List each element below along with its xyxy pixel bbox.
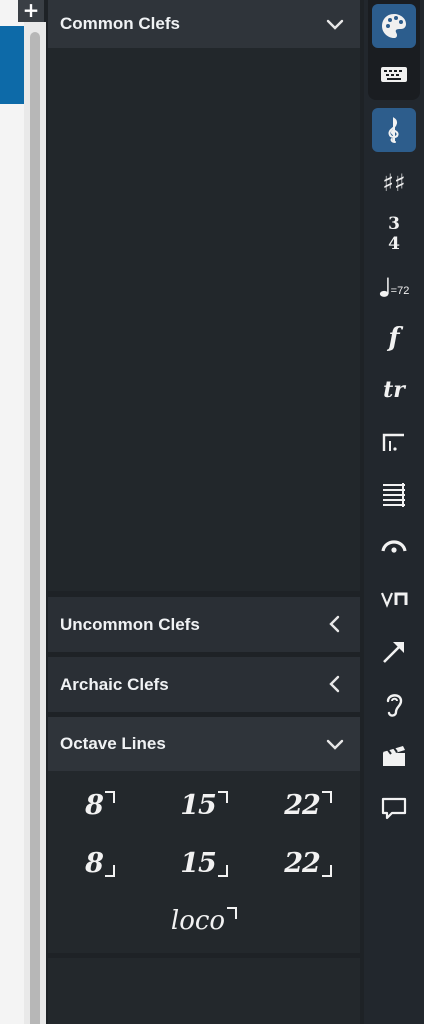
uncommon-clefs-header[interactable]: Uncommon Clefs [48,597,360,652]
score-view [0,0,24,1024]
time-signature-icon[interactable]: 34 [372,212,416,256]
key-signature-icon[interactable]: ♯♯ [372,160,416,204]
palette-icon[interactable] [372,4,416,48]
octave-15ma-bassa[interactable]: 15 [152,835,256,891]
bowings-icon[interactable] [372,576,416,620]
uncommon-clefs-section: Uncommon Clefs [48,597,360,652]
palette-toolbar: ♯♯ 34 =72 f tr [364,0,424,1024]
chevron-left-icon[interactable] [324,613,346,635]
octave-22ma-bassa[interactable]: 22 [256,835,360,891]
tempo-icon[interactable]: =72 [372,265,416,309]
loco-marking[interactable]: loco [152,893,256,949]
dynamics-icon[interactable]: f [372,316,416,360]
keyboard-icon[interactable] [372,52,416,96]
octave-lines-header[interactable]: Octave Lines [48,717,360,771]
ornaments-icon[interactable]: tr [372,368,416,412]
add-button[interactable]: + [18,0,44,22]
section-title: Common Clefs [60,14,180,33]
octave-15ma-alta[interactable]: 15 [152,777,256,833]
clapper-icon[interactable] [372,734,416,778]
selection-highlight [0,26,24,104]
octave-22ma-alta[interactable]: 22 [256,777,360,833]
scrollbar[interactable] [24,22,46,1024]
section-title: Octave Lines [60,734,166,753]
chevron-down-icon[interactable] [324,733,346,755]
section-title: Archaic Clefs [60,674,169,694]
chevron-left-icon[interactable] [324,673,346,695]
archaic-clefs-section: Archaic Clefs [48,657,360,712]
layout-icon[interactable] [372,472,416,516]
arrow-icon[interactable] [372,630,416,674]
section-title: Uncommon Clefs [60,614,200,634]
archaic-clefs-header[interactable]: Archaic Clefs [48,657,360,712]
common-clefs-header[interactable]: Common Clefs [48,0,360,48]
chevron-down-icon[interactable] [324,13,346,35]
fermata-icon[interactable] [372,524,416,568]
repeat-brackets-icon[interactable] [372,420,416,464]
octave-8va-alta[interactable]: 8 [48,777,152,833]
empty-section [48,958,360,1024]
treble-clef-icon[interactable] [372,108,416,152]
palettes-panel: Common Clefs Uncommon Clefs Archaic Clef… [46,0,360,1024]
ear-icon[interactable] [372,682,416,726]
common-clefs-section: Common Clefs [48,0,360,591]
scroll-thumb[interactable] [30,32,40,1024]
octave-lines-section: Octave Lines 8 15 22 8 15 22 loco [48,717,360,953]
octave-8va-bassa[interactable]: 8 [48,835,152,891]
comment-icon[interactable] [372,786,416,830]
